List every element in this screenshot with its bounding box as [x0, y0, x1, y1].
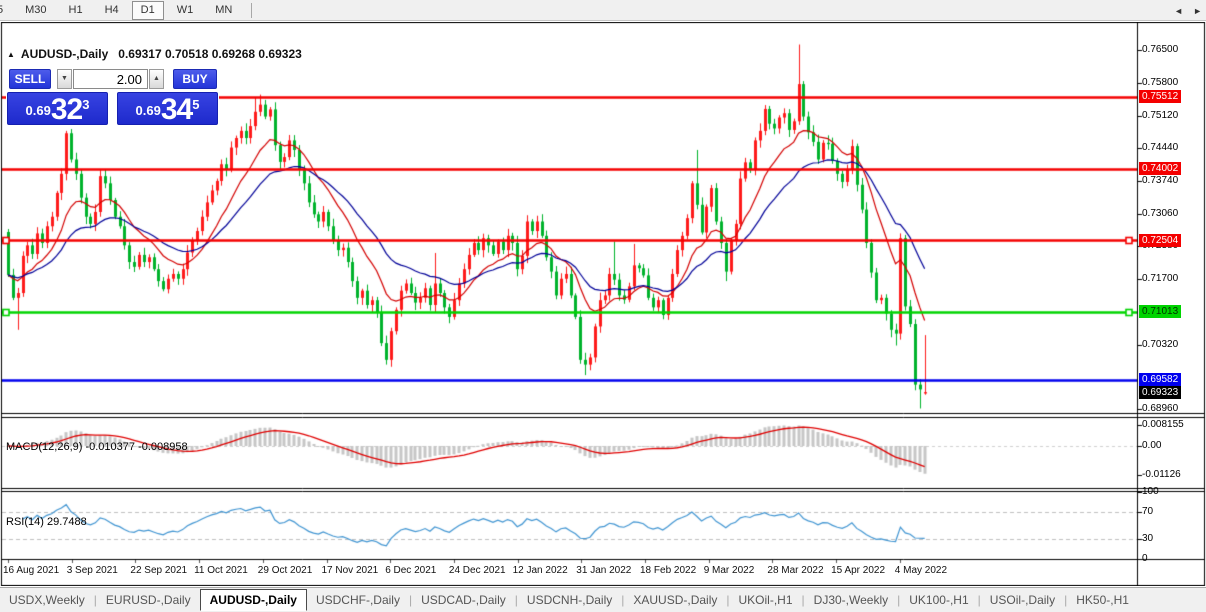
timeframe-button-5[interactable]: 5: [0, 1, 12, 20]
chart-tab-audusd-daily[interactable]: AUDUSD-,Daily: [200, 589, 307, 611]
chart-tab-usdcad-daily[interactable]: USDCAD-,Daily: [412, 590, 515, 610]
macd-scale-tick: 0.00: [1142, 440, 1161, 451]
timeframe-button-m30[interactable]: M30: [16, 1, 55, 20]
timeframe-button-mn[interactable]: MN: [206, 1, 241, 20]
chart-title: ▲ AUDUSD-,Daily 0.69317 0.70518 0.69268 0.…: [7, 47, 302, 61]
rsi-scale-tick: 100: [1142, 486, 1159, 497]
price-scale-tick: 0.73740: [1142, 175, 1178, 186]
date-axis-label: 18 Feb 2022: [640, 565, 696, 576]
sell-button[interactable]: SELL: [9, 69, 51, 89]
price-scale-tick: 0.75800: [1142, 77, 1178, 88]
level-price-tag: 0.71013: [1139, 305, 1181, 318]
volume-decrease-button[interactable]: ▼: [57, 69, 72, 89]
level-price-tag: 0.75512: [1139, 90, 1181, 103]
bid-price-pip: 3: [82, 97, 89, 112]
timeframe-toolbar: 5M30 H1H4D1W1MN: [0, 0, 1206, 21]
rsi-scale-tick: 70: [1142, 506, 1153, 517]
level-price-tag: 0.69582: [1139, 373, 1181, 386]
collapse-arrow-icon[interactable]: ▲: [7, 50, 15, 59]
chart-tab-eurusd-daily[interactable]: EURUSD-,Daily: [97, 590, 200, 610]
date-axis-label: 31 Jan 2022: [576, 565, 631, 576]
bid-price-button[interactable]: 0.69323: [7, 92, 108, 125]
date-axis-label: 9 Mar 2022: [704, 565, 755, 576]
price-scale-tick: 0.70320: [1142, 339, 1178, 350]
bid-price-main: 32: [51, 93, 82, 125]
level-price-tag: 0.72504: [1139, 234, 1181, 247]
macd-scale-tick: 0.008155: [1142, 419, 1184, 430]
price-scale-tick: 0.76500: [1142, 44, 1178, 55]
symbol-tab-bar: USDX,Weekly|EURUSD-,DailyAUDUSD-,DailyUS…: [0, 587, 1206, 612]
timeframe-button-w1[interactable]: W1: [168, 1, 203, 20]
current-price-tag: 0.69323: [1139, 386, 1181, 399]
chart-symbol-period: AUDUSD-,Daily: [21, 47, 108, 61]
one-click-trading-panel: SELL ▼ 2.00 ▲ BUY 0.69323 0.69345: [6, 66, 219, 126]
timeframe-button-h4[interactable]: H4: [96, 1, 128, 20]
chart-tab-usdx-weekly[interactable]: USDX,Weekly: [0, 590, 94, 610]
chart-window: ▲ AUDUSD-,Daily 0.69317 0.70518 0.69268 0.…: [0, 22, 1206, 586]
price-scale-tick: 0.68960: [1142, 403, 1178, 414]
date-axis-label: 11 Oct 2021: [194, 565, 248, 576]
chart-tab-usdcnh-daily[interactable]: USDCNH-,Daily: [518, 590, 621, 610]
macd-scale-tick: -0.01126: [1142, 469, 1181, 480]
chart-tab-usoil-daily[interactable]: USOil-,Daily: [981, 590, 1064, 610]
timeframe-button-d1[interactable]: D1: [132, 1, 164, 20]
timeframe-button-h1[interactable]: H1: [60, 1, 92, 20]
rsi-scale-tick: 30: [1142, 533, 1153, 544]
date-axis-label: 24 Dec 2021: [449, 565, 506, 576]
ask-price-main: 34: [161, 93, 192, 125]
date-axis-label: 15 Apr 2022: [831, 565, 885, 576]
buy-button[interactable]: BUY: [173, 69, 217, 89]
date-axis-label: 28 Mar 2022: [767, 565, 823, 576]
trading-terminal: 5M30H1H4D1W1MN ▲AUDUSD-,Daily0.69317 0.7…: [0, 0, 1206, 612]
chart-tab-ukoil-h1[interactable]: UKOil-,H1: [730, 590, 802, 610]
ask-price-pip: 5: [192, 97, 199, 112]
chart-tab-dj30-weekly[interactable]: DJ30-,Weekly: [805, 590, 897, 610]
volume-input[interactable]: 2.00: [73, 69, 148, 89]
tab-scroll-arrows: ◄►: [1164, 6, 1202, 16]
chart-tab-uk100-h1[interactable]: UK100-,H1: [900, 590, 977, 610]
date-axis-label: 22 Sep 2021: [130, 565, 187, 576]
rsi-label: RSI(14) 29.7488: [6, 516, 87, 528]
date-axis-label: 6 Dec 2021: [385, 565, 436, 576]
date-axis-label: 17 Nov 2021: [322, 565, 379, 576]
tab-scroll-left-icon[interactable]: ◄: [1174, 6, 1183, 16]
price-scale-tick: 0.71700: [1142, 273, 1178, 284]
date-axis-label: 12 Jan 2022: [513, 565, 568, 576]
volume-increase-button[interactable]: ▲: [149, 69, 164, 89]
ask-price-prefix: 0.69: [136, 103, 161, 118]
price-scale-tick: 0.75120: [1142, 110, 1178, 121]
bid-price-prefix: 0.69: [26, 103, 51, 118]
date-axis-label: 4 May 2022: [895, 565, 947, 576]
chart-tab-xauusd-daily[interactable]: XAUUSD-,Daily: [624, 590, 726, 610]
chart-tab-hk50-h1[interactable]: HK50-,H1: [1067, 590, 1138, 610]
macd-label: MACD(12,26,9) -0.010377 -0.008958: [6, 441, 188, 453]
level-price-tag: 0.74002: [1139, 162, 1181, 175]
ask-price-button[interactable]: 0.69345: [117, 92, 218, 125]
tab-scroll-right-icon[interactable]: ►: [1193, 6, 1202, 16]
date-axis-label: 29 Oct 2021: [258, 565, 312, 576]
price-scale-tick: 0.73060: [1142, 208, 1178, 219]
chart-ohlc-values: 0.69317 0.70518 0.69268 0.69323: [118, 47, 302, 61]
chart-tab-usdchf-daily[interactable]: USDCHF-,Daily: [307, 590, 409, 610]
date-axis-label: 16 Aug 2021: [3, 565, 59, 576]
toolbar-separator: [251, 3, 252, 18]
date-axis-label: 3 Sep 2021: [67, 565, 118, 576]
price-scale-tick: 0.74440: [1142, 142, 1178, 153]
rsi-scale-tick: 0: [1142, 553, 1148, 564]
